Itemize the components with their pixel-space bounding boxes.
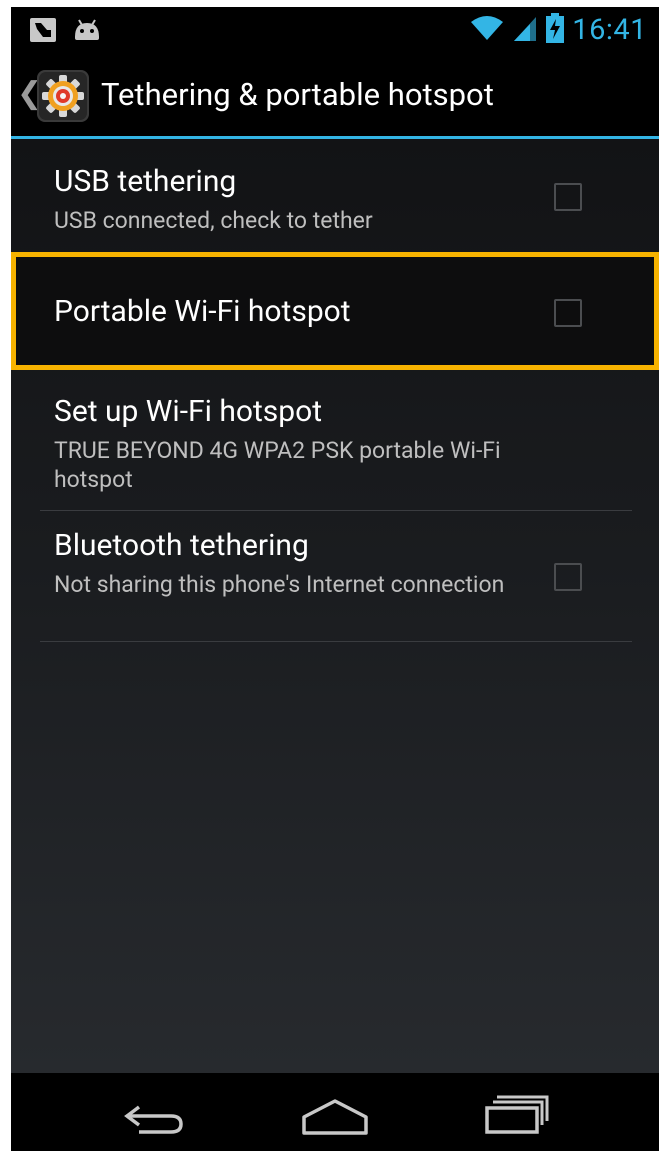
android-icon (71, 17, 99, 43)
status-clock: 16:41 (572, 13, 647, 47)
usb-tethering-checkbox[interactable] (554, 183, 582, 211)
usb-debug-icon (29, 17, 57, 43)
battery-charging-icon (546, 13, 565, 47)
pref-portable-wifi-hotspot[interactable]: Portable Wi-Fi hotspot (11, 252, 659, 370)
back-icon[interactable] (123, 1099, 187, 1143)
page-title: Tethering & portable hotspot (101, 76, 494, 113)
pref-usb-tethering[interactable]: USB tethering USB connected, check to te… (11, 139, 659, 251)
pref-setup-wifi-hotspot[interactable]: Set up Wi-Fi hotspot TRUE BEYOND 4G WPA2… (11, 370, 659, 510)
pref-summary: TRUE BEYOND 4G WPA2 PSK portable Wi-Fi h… (54, 437, 501, 493)
bluetooth-tethering-checkbox[interactable] (554, 563, 582, 591)
pref-summary: Not sharing this phone's Internet connec… (54, 571, 505, 598)
wifi-icon (470, 14, 504, 46)
pref-title: Bluetooth tethering (54, 528, 309, 563)
action-bar: ❮ Tethering & portable hotspot (11, 54, 659, 136)
navigation-bar (11, 1073, 659, 1151)
wifi-hotspot-checkbox[interactable] (554, 299, 582, 327)
pref-title: Portable Wi-Fi hotspot (54, 294, 351, 329)
status-bar: 16:41 (11, 7, 659, 54)
list-divider (40, 641, 632, 642)
home-icon[interactable] (301, 1097, 369, 1141)
pref-title: USB tethering (54, 164, 237, 199)
recents-icon[interactable] (485, 1095, 551, 1139)
settings-gear-icon[interactable] (35, 68, 91, 124)
signal-icon (512, 14, 538, 46)
pref-bluetooth-tethering[interactable]: Bluetooth tethering Not sharing this pho… (11, 511, 659, 641)
device-screen: 16:41 ❮ Tethering & portable hotspot USB… (11, 7, 659, 1151)
pref-title: Set up Wi-Fi hotspot (54, 394, 323, 429)
preference-list: USB tethering USB connected, check to te… (11, 139, 659, 1073)
pref-summary: USB connected, check to tether (54, 207, 373, 234)
